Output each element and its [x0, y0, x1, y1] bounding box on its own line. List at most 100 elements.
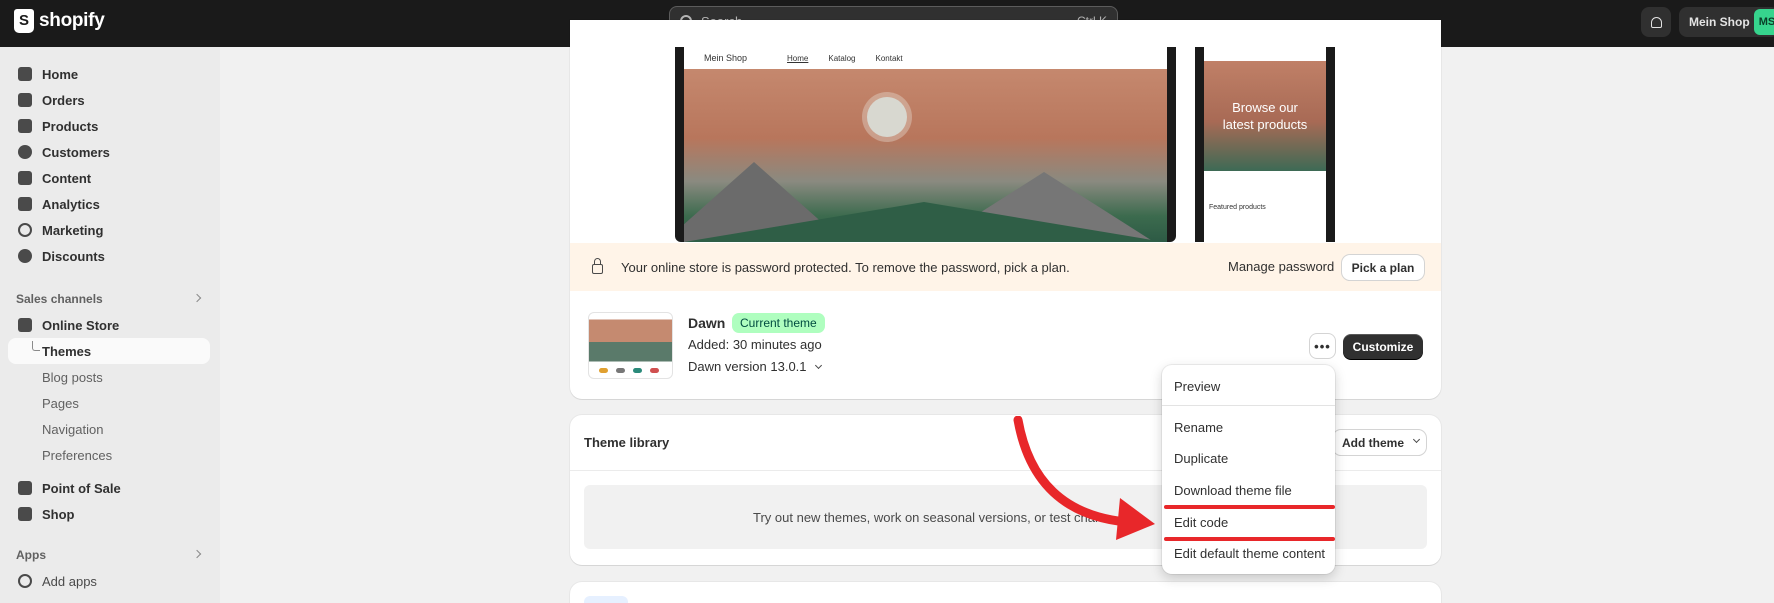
hero-line: latest products: [1222, 117, 1308, 132]
inbox-icon: [18, 93, 32, 107]
notifications-button[interactable]: [1641, 7, 1671, 37]
sidebar-item-online-store[interactable]: Online Store: [8, 312, 210, 338]
manage-password-link[interactable]: Manage password: [1228, 259, 1334, 274]
sidebar-item-analytics[interactable]: Analytics: [8, 191, 210, 217]
menu-item-rename[interactable]: Rename: [1166, 414, 1331, 440]
sidebar-item-label: Customers: [42, 144, 110, 160]
shopify-logo[interactable]: shopify: [14, 9, 105, 33]
store-icon: [18, 318, 32, 332]
preview-nav-link: Katalog: [828, 53, 856, 63]
menu-item-edit-code[interactable]: Edit code: [1166, 509, 1331, 535]
menu-item-edit-default-theme-content[interactable]: Edit default theme content: [1166, 540, 1331, 566]
sidebar-item-marketing[interactable]: Marketing: [8, 217, 210, 243]
preview-hero-image: [684, 69, 1167, 242]
pick-plan-button[interactable]: Pick a plan: [1342, 255, 1424, 280]
person-icon: [18, 145, 32, 159]
menu-item-download-theme-file[interactable]: Download theme file: [1166, 477, 1331, 503]
ellipsis-icon: •••: [1314, 338, 1331, 354]
sidebar-item-label: Online Store: [42, 317, 120, 333]
theme-version-toggle[interactable]: Dawn version 13.0.1: [688, 359, 822, 374]
annotation-arrow-icon: [1013, 416, 1155, 540]
desktop-preview[interactable]: Mein Shop Home Katalog Kontakt: [675, 47, 1176, 242]
home-icon: [18, 67, 32, 81]
chevron-down-icon: [814, 361, 822, 370]
sidebar-item-label: Marketing: [42, 222, 104, 238]
sidebar-item-label: Shop: [42, 506, 75, 522]
info-card-icon: [584, 596, 628, 603]
tag-icon: [18, 119, 32, 133]
sidebar-item-label: Themes: [42, 343, 92, 359]
forest-shape: [684, 202, 1164, 242]
sidebar-item-add-apps[interactable]: Add apps: [8, 568, 210, 594]
theme-name: Dawn: [688, 315, 726, 331]
sidebar-item-label: Discounts: [42, 248, 105, 264]
chevron-right-icon: [192, 293, 202, 303]
theme-version: Dawn version 13.0.1: [688, 359, 807, 374]
mobile-hero-text: Browse our latest products: [1204, 99, 1326, 133]
annotation-underline: [1164, 505, 1335, 509]
sidebar-item-themes[interactable]: Themes: [8, 338, 210, 364]
avatar[interactable]: MS: [1754, 9, 1774, 35]
sidebar-item-navigation[interactable]: Navigation: [8, 416, 210, 442]
section-label: Apps: [16, 548, 46, 562]
content-icon: [18, 171, 32, 185]
menu-divider: [1162, 405, 1335, 406]
banner-message: Your online store is password protected.…: [621, 259, 1070, 275]
brand-text: shopify: [39, 10, 105, 31]
annotation-underline: [1164, 537, 1335, 541]
sidebar-item-label: Preferences: [42, 447, 113, 463]
sidebar-item-preferences[interactable]: Preferences: [8, 442, 210, 468]
hero-line: Browse our: [1232, 100, 1298, 115]
chevron-down-icon: [1412, 435, 1421, 444]
theme-thumbnail: [588, 312, 673, 379]
sidebar-item-point-of-sale[interactable]: Point of Sale: [8, 475, 210, 501]
discount-icon: [18, 249, 32, 263]
apps-header[interactable]: Apps: [8, 544, 210, 566]
theme-info-card: [570, 582, 1441, 603]
preview-brand: Mein Shop: [704, 53, 748, 63]
preview-nav-link: Kontakt: [875, 53, 903, 63]
lock-icon: [592, 258, 603, 274]
sidebar-item-orders[interactable]: Orders: [8, 87, 210, 113]
pos-icon: [18, 481, 32, 495]
shop-app-icon: [18, 507, 32, 521]
sidebar-item-label: Analytics: [42, 196, 100, 212]
theme-added-text: Added: 30 minutes ago: [688, 337, 822, 352]
theme-library-title: Theme library: [584, 435, 670, 450]
customize-button[interactable]: Customize: [1343, 334, 1423, 359]
sidebar-item-blog-posts[interactable]: Blog posts: [8, 364, 210, 390]
sidebar-item-shop[interactable]: Shop: [8, 501, 210, 527]
menu-item-duplicate[interactable]: Duplicate: [1166, 445, 1331, 471]
preview-nav: Mein Shop Home Katalog Kontakt: [684, 47, 1167, 69]
password-banner: Your online store is password protected.…: [570, 243, 1441, 291]
sidebar-item-products[interactable]: Products: [8, 113, 210, 139]
sidebar: Home Orders Products Customers Content A…: [0, 47, 220, 603]
sidebar-item-label: Products: [42, 118, 99, 134]
sidebar-item-label: Navigation: [42, 421, 104, 437]
menu-item-preview[interactable]: Preview: [1166, 373, 1331, 399]
sidebar-item-label: Point of Sale: [42, 480, 121, 496]
sidebar-item-label: Home: [42, 66, 79, 82]
sidebar-item-discounts[interactable]: Discounts: [8, 243, 210, 269]
more-actions-button[interactable]: •••: [1310, 334, 1335, 358]
featured-label: Featured products: [1209, 204, 1266, 211]
current-theme-badge: Current theme: [732, 313, 825, 333]
shop-name: Mein Shop: [1689, 15, 1750, 29]
sidebar-item-label: Content: [42, 170, 92, 186]
plus-circle-icon: [18, 574, 32, 588]
chevron-right-icon: [192, 549, 202, 559]
sidebar-item-label: Orders: [42, 92, 85, 108]
sidebar-item-content[interactable]: Content: [8, 165, 210, 191]
sales-channels-header[interactable]: Sales channels: [8, 288, 210, 310]
sidebar-item-home[interactable]: Home: [8, 61, 210, 87]
tree-connector: [32, 341, 40, 351]
mobile-preview[interactable]: Browse our latest products Featured prod…: [1195, 47, 1335, 242]
add-theme-button[interactable]: Add theme: [1333, 430, 1426, 455]
sidebar-item-label: Add apps: [42, 573, 97, 589]
sidebar-item-customers[interactable]: Customers: [8, 139, 210, 165]
theme-actions-menu: Preview Rename Duplicate Download theme …: [1162, 365, 1335, 574]
bell-icon: [1650, 16, 1662, 28]
sidebar-item-pages[interactable]: Pages: [8, 390, 210, 416]
bar-chart-icon: [18, 197, 32, 211]
sidebar-item-label: Pages: [42, 395, 79, 411]
